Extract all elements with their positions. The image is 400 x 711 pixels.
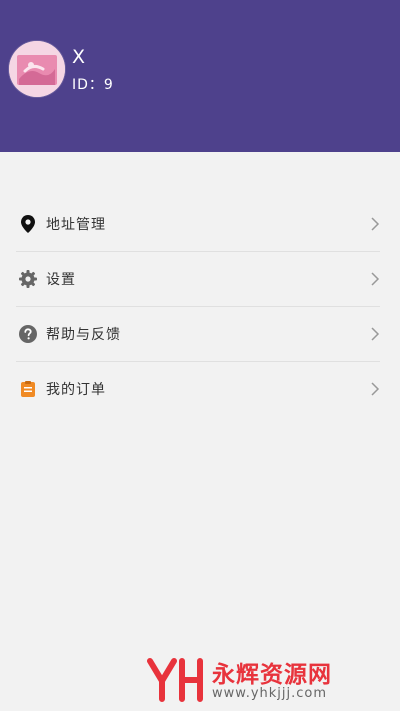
help-circle-icon bbox=[18, 324, 38, 344]
username: X bbox=[72, 46, 86, 68]
watermark-logo-icon bbox=[147, 658, 203, 702]
menu-item-help-feedback[interactable]: 帮助与反馈 bbox=[16, 307, 380, 362]
user-id: ID：9 bbox=[72, 77, 114, 93]
menu-item-label: 设置 bbox=[46, 272, 76, 288]
watermark-text: 永辉资源网 bbox=[212, 662, 332, 688]
profile-header: X ID：9 bbox=[0, 0, 400, 152]
menu-item-settings[interactable]: 设置 bbox=[16, 252, 380, 307]
menu-list: 地址管理 设置 帮助与反馈 我的订单 bbox=[0, 197, 400, 416]
menu-item-my-orders[interactable]: 我的订单 bbox=[16, 362, 380, 416]
avatar[interactable] bbox=[9, 41, 65, 97]
chevron-right-icon bbox=[371, 382, 380, 396]
location-pin-icon bbox=[18, 214, 38, 234]
gear-icon bbox=[18, 269, 38, 289]
menu-item-label: 帮助与反馈 bbox=[46, 327, 121, 343]
menu-item-label: 地址管理 bbox=[46, 217, 106, 233]
watermark: 永辉资源网 www.yhkjjj.com bbox=[146, 655, 376, 705]
chevron-right-icon bbox=[371, 272, 380, 286]
order-clipboard-icon bbox=[18, 379, 38, 399]
chevron-right-icon bbox=[371, 217, 380, 231]
chevron-right-icon bbox=[371, 327, 380, 341]
avatar-image bbox=[9, 41, 65, 97]
menu-item-address[interactable]: 地址管理 bbox=[16, 197, 380, 252]
watermark-url: www.yhkjjj.com bbox=[212, 686, 328, 701]
menu-item-label: 我的订单 bbox=[46, 382, 106, 398]
